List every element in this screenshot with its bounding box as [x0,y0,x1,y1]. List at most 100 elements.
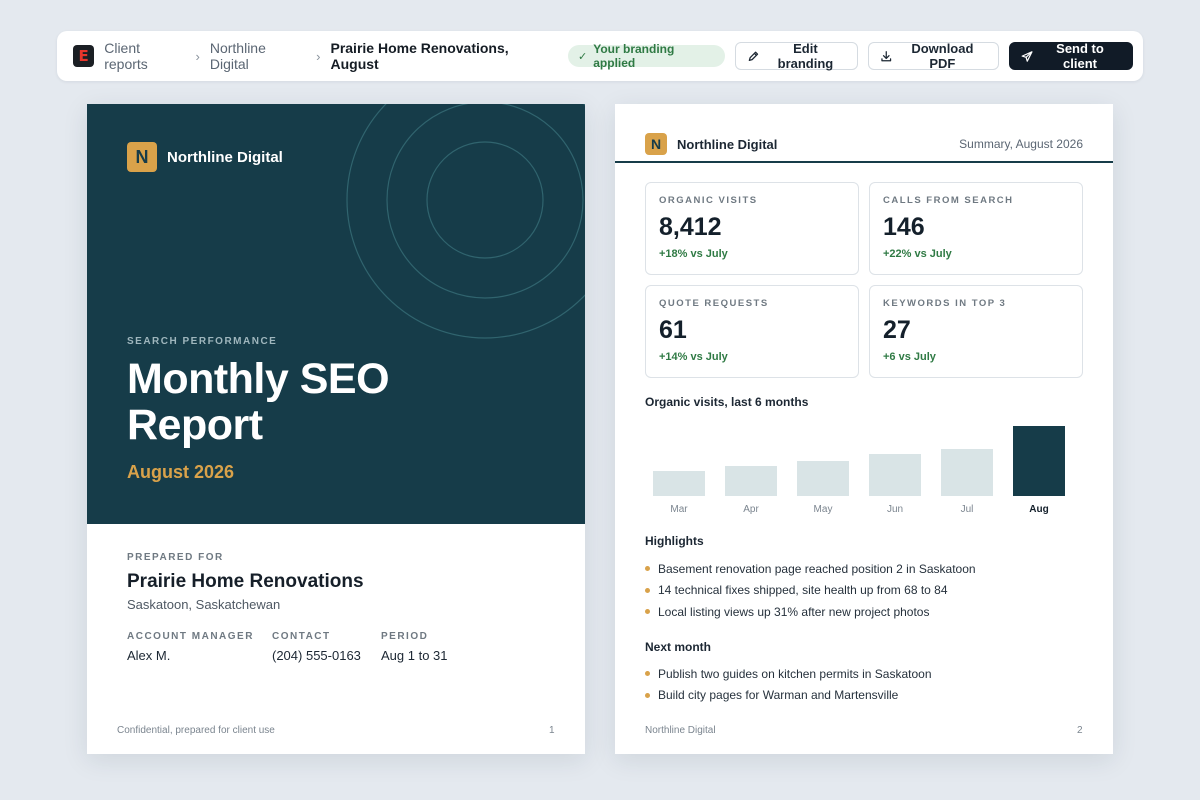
brand-logo: N [645,133,667,155]
prepared-for-block: PREPARED FOR Prairie Home Renovations Sa… [127,552,364,612]
meta-value: Aug 1 to 31 [381,648,448,663]
kpi-label: QUOTE REQUESTS [659,298,769,309]
report-page-summary: N Northline Digital Summary, August 2026… [615,104,1113,754]
bullet-dot [645,587,650,593]
brand-name: Northline Digital [167,148,283,166]
bullet-dot [645,566,650,572]
prepared-for-label: PREPARED FOR [127,552,224,563]
organic-visits-chart: Mar Apr May Jun Jul Aug [653,426,1065,515]
report-month: August 2026 [127,462,235,482]
cover-brand: N Northline Digital [127,142,283,172]
app-logo[interactable]: E [73,45,95,67]
meta-value: (204) 555-0163 [272,648,361,663]
cover-panel: N Northline Digital SEARCH PERFORMANCE M… [87,104,585,524]
summary-header: N Northline Digital Summary, August 2026 [645,126,1083,162]
pencil-icon [748,51,758,61]
brand-logo-letter: N [135,146,149,167]
download-pdf-label: Download PDF [911,41,974,71]
chart-tick-label: May [814,504,833,515]
app-logo-letter: E [78,46,89,65]
kpi-label: ORGANIC VISITS [659,195,758,206]
client-name: Prairie Home Renovations [127,571,364,592]
send-to-client-label: Send to client [1056,41,1104,71]
kpi-delta: +18% vs July [659,248,728,260]
meta-account-manager: ACCOUNT MANAGER Alex M. [127,631,254,663]
chart-bar-jun [869,454,921,496]
download-icon [881,50,891,61]
cover-eyebrow: SEARCH PERFORMANCE [127,336,278,347]
page-footer: Confidential, prepared for client use [117,725,275,736]
top-bar: E Client reports › Northline Digital › P… [57,31,1143,81]
kpi-value: 27 [883,316,911,344]
next-month-list: Publish two guides on kitchen permits in… [645,663,932,706]
chart-tick-label: Apr [743,504,759,515]
list-item: Local listing views up 31% after new pro… [645,601,976,623]
highlights-title: Highlights [645,534,704,548]
meta-label: CONTACT [272,631,331,642]
meta-value: Alex M. [127,648,171,663]
kpi-label: CALLS FROM SEARCH [883,195,1014,206]
edit-branding-label: Edit branding [777,41,834,71]
meta-label: ACCOUNT MANAGER [127,631,254,642]
list-item: 14 technical fixes shipped, site health … [645,580,976,602]
status-badge-label: Your branding applied [593,42,675,70]
kpi-delta: +14% vs July [659,351,728,363]
kpi-delta: +22% vs July [883,248,952,260]
client-location: Saskatoon, Saskatchewan [127,597,281,612]
chart-tick-label: Jun [887,504,903,515]
check-icon: ✓ [578,50,588,63]
send-icon [1021,50,1033,62]
kpi-value: 8,412 [659,213,722,241]
chart-bar-apr [725,466,777,496]
kpi-delta: +6 vs July [883,351,936,363]
chart-bar-mar [653,471,705,496]
chart-bar-aug [1013,426,1065,496]
kpi-card-quote-requests: QUOTE REQUESTS 61 +14% vs July [645,285,859,378]
report-title: Monthly SEO Report [127,355,390,449]
kpi-value: 146 [883,213,925,241]
edit-branding-button[interactable]: Edit branding [734,41,858,71]
list-item: Publish two guides on kitchen permits in… [645,663,932,685]
kpi-value: 61 [659,316,687,344]
next-month-title: Next month [645,640,711,654]
status-badge: ✓ Your branding applied [568,42,725,70]
brand-logo: N [127,142,157,172]
bullet-dot [645,671,650,677]
bullet-dot [645,692,650,698]
chart-tick-label: Aug [1029,504,1048,515]
brand-name: Northline Digital [677,136,778,152]
bullet-dot [645,609,650,615]
summary-label: Summary, August 2026 [959,137,1083,151]
header-divider [615,161,1113,163]
chart-bar-may [797,461,849,496]
meta-label: PERIOD [381,631,429,642]
kpi-label: KEYWORDS IN TOP 3 [883,298,1007,309]
chevron-right-icon: › [195,48,200,64]
chart-tick-label: Mar [670,504,688,515]
page-number: 2 [1077,725,1083,736]
breadcrumb-current-report: Prairie Home Renovations, August [330,40,509,72]
list-item-text: 14 technical fixes shipped, site health … [658,583,948,598]
kpi-card-organic-visits: ORGANIC VISITS 8,412 +18% vs July [645,182,859,275]
breadcrumb-agency[interactable]: Northline Digital [210,40,305,72]
meta-contact: CONTACT (204) 555-0163 [272,631,361,663]
list-item-text: Basement renovation page reached positio… [658,561,976,576]
list-item-text: Publish two guides on kitchen permits in… [658,666,932,681]
brand-logo-letter: N [650,136,662,152]
kpi-card-calls: CALLS FROM SEARCH 146 +22% vs July [869,182,1083,275]
list-item: Basement renovation page reached positio… [645,558,976,580]
highlights-list: Basement renovation page reached positio… [645,558,976,623]
list-item-text: Local listing views up 31% after new pro… [658,604,930,619]
download-pdf-button[interactable]: Download PDF [867,41,999,71]
chevron-right-icon: › [316,48,321,64]
kpi-card-keywords: KEYWORDS IN TOP 3 27 +6 vs July [869,285,1083,378]
page-footer: Northline Digital [645,725,716,736]
report-page-cover: N Northline Digital SEARCH PERFORMANCE M… [87,104,585,754]
list-item: Build city pages for Warman and Martensv… [645,685,932,707]
page-number: 1 [549,725,555,736]
chart-title: Organic visits, last 6 months [645,395,809,409]
breadcrumb-client-reports[interactable]: Client reports [104,40,184,72]
meta-period: PERIOD Aug 1 to 31 [381,631,448,663]
send-to-client-button[interactable]: Send to client [1008,41,1133,71]
list-item-text: Build city pages for Warman and Martensv… [658,688,899,703]
